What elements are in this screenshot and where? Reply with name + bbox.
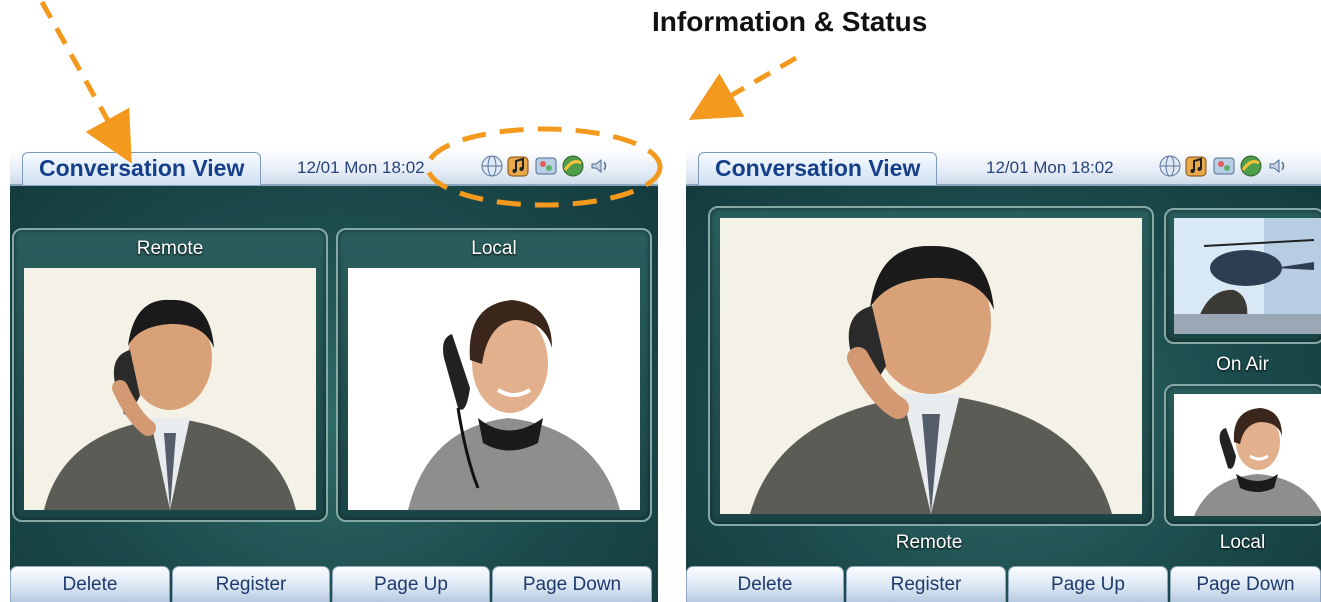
main-remote-label: Remote <box>895 532 963 553</box>
on-air-video <box>1174 218 1321 334</box>
remote-label: Remote <box>136 238 204 259</box>
local-thumb-panel <box>1164 384 1321 526</box>
media-icon <box>1213 157 1235 175</box>
view-title: Conversation View <box>22 152 262 185</box>
woman-on-phone-image <box>348 268 640 510</box>
man-on-phone-image <box>720 218 1142 514</box>
register-button[interactable]: Register <box>846 566 1006 602</box>
delete-button[interactable]: Delete <box>686 566 844 602</box>
main-remote-panel <box>708 206 1154 526</box>
local-thumb-label: Local <box>1219 532 1266 553</box>
title-bar: Conversation View 12/01 Mon 18:02 <box>686 150 1321 186</box>
annotation-title: Information & Status <box>652 6 928 37</box>
title-bar: Conversation View 12/01 Mon 18:02 <box>10 150 658 186</box>
status-arrow <box>688 55 798 121</box>
local-video <box>348 268 640 510</box>
helicopter-image <box>1174 218 1321 334</box>
network-icon <box>562 155 584 177</box>
button-bar: Delete Register Page Up Page Down <box>10 562 658 602</box>
date-time: 12/01 Mon 18:02 <box>297 158 425 177</box>
speaker-icon <box>591 158 607 174</box>
remote-video <box>24 268 316 510</box>
page-down-button[interactable]: Page Down <box>492 566 652 602</box>
on-air-panel <box>1164 208 1321 344</box>
on-air-label: On Air <box>1216 354 1269 375</box>
conversation-screen-pip: Conversation View 12/01 Mon 18:02 Remote <box>686 150 1321 602</box>
local-thumb-video <box>1174 394 1321 516</box>
woman-on-phone-image <box>1174 394 1321 516</box>
title-arrow <box>39 0 132 164</box>
globe-icon <box>1159 155 1181 177</box>
network-icon <box>1240 155 1262 177</box>
page-up-button[interactable]: Page Up <box>332 566 490 602</box>
local-label: Local <box>471 238 517 259</box>
music-icon <box>507 156 529 177</box>
delete-button[interactable]: Delete <box>10 566 170 602</box>
music-icon <box>1185 156 1207 177</box>
page-up-button[interactable]: Page Up <box>1008 566 1168 602</box>
globe-icon <box>481 155 503 177</box>
date-time: 12/01 Mon 18:02 <box>986 158 1114 177</box>
media-icon <box>535 157 557 175</box>
page-down-button[interactable]: Page Down <box>1170 566 1321 602</box>
man-on-phone-image <box>24 268 316 510</box>
view-title: Conversation View <box>698 152 938 185</box>
status-icons <box>1158 154 1290 178</box>
register-button[interactable]: Register <box>172 566 330 602</box>
status-icons <box>480 154 612 178</box>
button-bar: Delete Register Page Up Page Down <box>686 562 1321 602</box>
speaker-icon <box>1269 158 1285 174</box>
main-remote-video <box>720 218 1142 514</box>
remote-panel: Remote <box>12 228 328 522</box>
local-panel: Local <box>336 228 652 522</box>
conversation-screen-grid: Conversation View 12/01 Mon 18:02 Remote <box>10 150 658 602</box>
